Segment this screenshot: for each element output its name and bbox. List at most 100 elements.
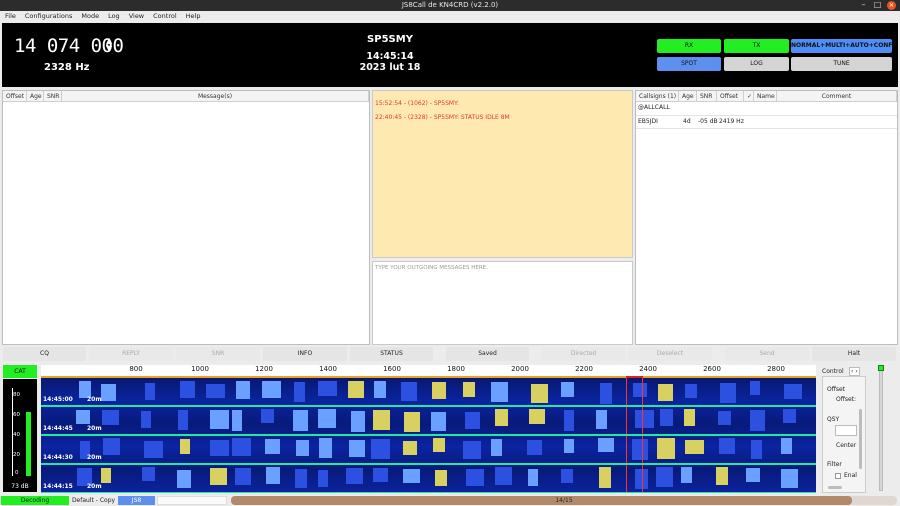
qsy-input[interactable] <box>835 425 857 436</box>
saved-button[interactable]: Saved <box>446 347 529 361</box>
waterfall-signal <box>781 438 792 454</box>
waterfall-signal <box>600 383 612 404</box>
mode-button[interactable]: NORMAL+MULTI+AUTO+CONF <box>791 39 892 53</box>
column-offset[interactable]: Offset <box>717 91 744 102</box>
waterfall-signal <box>599 467 611 488</box>
waterfall-signal <box>294 382 305 402</box>
control-hscrollbar[interactable] <box>828 486 842 489</box>
filter-label: Filter <box>827 461 842 468</box>
control-scrollbar[interactable] <box>859 409 862 469</box>
waterfall-signal <box>210 440 229 456</box>
activity-line: 22:40:45 - (2328) - SP5SMY: STATUS IDLE … <box>375 114 510 121</box>
column-messages[interactable]: Message(s) <box>62 91 369 102</box>
reply-button[interactable]: REPLY <box>89 347 173 361</box>
waterfall-signal <box>403 441 417 455</box>
status-button[interactable]: STATUS <box>350 347 433 361</box>
minimize-icon[interactable]: – <box>859 1 868 10</box>
center-button[interactable]: Center <box>836 442 856 449</box>
waterfall-signal <box>101 384 116 401</box>
ruler-label: 1600 <box>383 365 401 373</box>
tx-button[interactable]: TX <box>724 39 789 53</box>
log-button[interactable]: LOG <box>724 57 789 71</box>
column-check[interactable]: ✓ <box>744 91 754 102</box>
cycle-band-label: 20m <box>87 425 102 432</box>
maximize-icon[interactable]: □ <box>873 1 882 10</box>
frequency-ruler[interactable]: 800 1000 1200 1400 1600 1800 2000 2200 2400 2600 2… <box>41 365 816 378</box>
menu-log[interactable]: Log <box>108 11 120 22</box>
menu-help[interactable]: Help <box>186 11 201 22</box>
waterfall-signal <box>76 410 90 424</box>
deselect-button[interactable]: Deselect <box>628 347 712 361</box>
info-button[interactable]: INFO <box>263 347 347 361</box>
waterfall-signal <box>720 383 736 403</box>
meter-label: 40 <box>13 432 20 438</box>
cycle-divider <box>41 492 816 493</box>
waterfall-signal <box>232 438 251 456</box>
column-offset[interactable]: Offset <box>3 91 27 102</box>
callsigns-table[interactable]: Callsigns (1) Age SNR Offset ✓ Name Comm… <box>635 90 898 345</box>
callsign-cell[interactable]: EB5JDI <box>638 116 658 127</box>
waterfall-signal <box>145 383 155 400</box>
offset-label: Offset <box>827 386 846 393</box>
utc-time: 14:45:14 <box>366 51 414 62</box>
directed-button[interactable]: Directed <box>542 347 625 361</box>
offset-cell: 2419 Hz <box>719 118 744 125</box>
cq-button[interactable]: CQ <box>3 347 86 361</box>
waterfall-signal <box>210 410 229 429</box>
directed-activity-log[interactable]: 15:52:54 - (1062) - SP5SMY: 22:40:45 - (… <box>372 90 633 258</box>
control-panel: Control ‹ › Offset Offset: QSY Center Fi… <box>819 365 866 493</box>
outgoing-message-input[interactable]: TYPE YOUR OUTGOING MESSAGES HERE. <box>372 261 633 345</box>
tune-button[interactable]: TUNE <box>791 57 892 71</box>
menu-file[interactable]: File <box>5 11 16 22</box>
band-activity-table[interactable]: Offset Age SNR Message(s) <box>2 90 370 345</box>
menu-view[interactable]: View <box>129 11 144 22</box>
waterfall-signal <box>561 382 574 397</box>
utc-date: 2023 lut 18 <box>359 62 421 73</box>
waterfall-signal <box>403 469 420 483</box>
filter-enable-checkbox[interactable] <box>835 473 841 479</box>
send-button[interactable]: Send <box>725 347 809 361</box>
slider-handle[interactable] <box>878 365 884 371</box>
tab-scroll-arrows[interactable]: ‹ › <box>849 367 860 376</box>
menu-mode[interactable]: Mode <box>81 11 99 22</box>
waterfall-signal <box>141 411 151 428</box>
column-comment[interactable]: Comment <box>777 91 897 102</box>
ruler-label: 2400 <box>639 365 657 373</box>
close-icon[interactable]: ✕ <box>887 1 896 10</box>
menu-configurations[interactable]: Configurations <box>25 11 72 22</box>
waterfall-display[interactable]: 14:45:00 20m 14:44:45 20m 14:44:30 20m 14:44:1… <box>41 378 816 493</box>
cat-button[interactable]: CAT <box>3 365 37 378</box>
column-callsigns[interactable]: Callsigns (1) <box>636 91 679 102</box>
menu-control[interactable]: Control <box>153 11 177 22</box>
meter-label: 80 <box>13 392 20 398</box>
window-titlebar: JS8Call de KN4CRD (v2.2.0) – □ ✕ <box>0 0 900 11</box>
column-snr[interactable]: SNR <box>697 91 717 102</box>
waterfall-signal <box>685 440 704 454</box>
offset-frequency: 2328 Hz <box>44 62 90 73</box>
column-snr[interactable]: SNR <box>44 91 62 102</box>
waterfall-signal <box>463 441 481 459</box>
column-name[interactable]: Name <box>754 91 777 102</box>
waterfall-signal <box>491 382 508 402</box>
column-age[interactable]: Age <box>679 91 697 102</box>
waterfall-signal <box>658 384 673 401</box>
waterfall-signal <box>750 381 760 395</box>
callsign-group-allcall[interactable]: @ALLCALL <box>638 102 670 113</box>
waterfall-signal <box>206 384 225 398</box>
spot-button[interactable]: SPOT <box>657 57 721 71</box>
waterfall-signal <box>463 382 475 397</box>
rx-button[interactable]: RX <box>657 39 721 53</box>
waterfall-signal <box>466 469 484 486</box>
waterfall-signal <box>295 469 307 488</box>
column-age[interactable]: Age <box>27 91 44 102</box>
halt-button[interactable]: Halt <box>812 347 896 361</box>
rx-gain-slider[interactable] <box>872 364 890 493</box>
frequency-stepper-icon[interactable]: ▲ ▼ <box>106 37 112 53</box>
tab-control[interactable]: Control <box>822 368 844 375</box>
waterfall-signal <box>346 468 363 484</box>
waterfall-signal <box>103 438 120 455</box>
waterfall-signal <box>718 411 731 425</box>
snr-button[interactable]: SNR <box>176 347 260 361</box>
qsy-label: QSY <box>827 416 840 423</box>
meter-label: 0 <box>15 470 19 476</box>
